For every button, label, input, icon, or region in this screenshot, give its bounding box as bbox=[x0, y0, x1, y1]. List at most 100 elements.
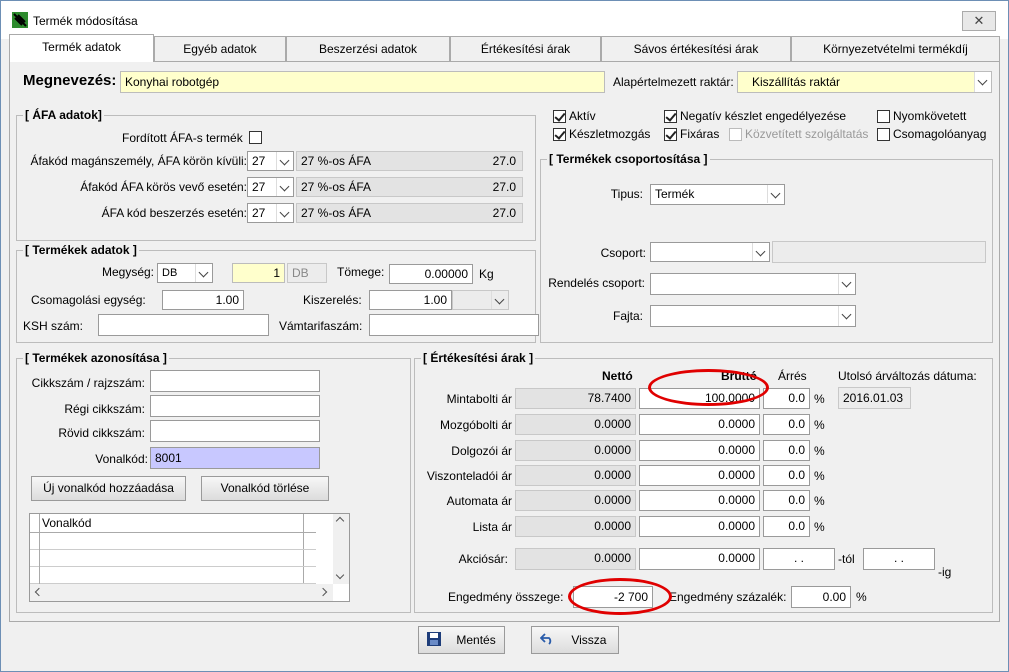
group-label: Csoport: bbox=[600, 246, 646, 260]
margin-input[interactable]: 0.0 bbox=[763, 465, 810, 486]
vonalkod-input[interactable]: 8001 bbox=[150, 447, 320, 469]
order-group-select[interactable] bbox=[650, 273, 856, 295]
save-button[interactable]: Mentés bbox=[418, 626, 505, 654]
add-barcode-button[interactable]: Új vonalkód hozzáadása bbox=[31, 476, 186, 501]
margin-input[interactable]: 0.0 bbox=[763, 440, 810, 461]
cikkszam-input[interactable] bbox=[150, 370, 320, 392]
percent-sign: % bbox=[814, 444, 825, 458]
margin-input[interactable]: 0.0 bbox=[763, 388, 810, 409]
akcio-net-input[interactable]: 0.0000 bbox=[515, 548, 636, 570]
ksh-label: KSH szám: bbox=[23, 319, 84, 333]
unit-select[interactable]: DB bbox=[157, 263, 213, 283]
margin-input[interactable]: 0.0 bbox=[763, 414, 810, 435]
percent-sign: % bbox=[814, 520, 825, 534]
table-row[interactable] bbox=[30, 550, 316, 567]
net-price-input[interactable]: 0.0000 bbox=[515, 465, 636, 486]
price-row-label: Dolgozói ár bbox=[451, 444, 512, 458]
negativ-checkbox[interactable] bbox=[664, 110, 677, 123]
vam-input[interactable] bbox=[369, 314, 539, 336]
unit-label: Megység: bbox=[101, 265, 154, 279]
chevron-down-icon[interactable] bbox=[767, 185, 784, 203]
tab-savos-arak[interactable]: Sávos értékesítési árak bbox=[601, 36, 791, 62]
rovid-input[interactable] bbox=[150, 420, 320, 442]
net-price-input[interactable]: 0.0000 bbox=[515, 516, 636, 537]
table-row[interactable] bbox=[30, 567, 316, 584]
table-row[interactable] bbox=[30, 533, 316, 550]
gross-price-input[interactable]: 0.0000 bbox=[639, 465, 760, 486]
rovid-label: Rövid cikkszám: bbox=[58, 426, 145, 440]
keszletmozgas-checkbox[interactable] bbox=[553, 128, 566, 141]
vat-purchase-code[interactable]: 27 bbox=[247, 203, 294, 223]
delete-barcode-button[interactable]: Vonalkód törlése bbox=[201, 476, 329, 501]
chevron-down-icon[interactable] bbox=[974, 72, 991, 92]
tab-kornyezetvedelmi-termekdij[interactable]: Környezetvételmi termékdíj bbox=[791, 36, 1000, 62]
tab-beszerzesi-adatok[interactable]: Beszerzési adatok bbox=[286, 36, 450, 62]
cikkszam-label: Cikkszám / rajzszám: bbox=[31, 376, 145, 390]
kiszereles-label: Kiszerelés: bbox=[303, 293, 362, 307]
type-select[interactable]: Termék bbox=[650, 184, 785, 205]
price-row-label: Mintabolti ár bbox=[446, 392, 512, 406]
kozvetitett-checkbox[interactable] bbox=[729, 128, 742, 141]
gross-price-input[interactable]: 0.0000 bbox=[639, 490, 760, 511]
vat-business-code[interactable]: 27 bbox=[247, 177, 294, 197]
group-select[interactable] bbox=[650, 242, 770, 262]
chevron-down-icon[interactable] bbox=[335, 570, 345, 580]
barcode-grid[interactable]: Vonalkód bbox=[29, 513, 350, 602]
fixaras-checkbox[interactable] bbox=[664, 128, 677, 141]
margin-input[interactable]: 0.0 bbox=[763, 516, 810, 537]
identification-title: [ Termékek azonosítása ] bbox=[23, 351, 169, 365]
net-price-input[interactable]: 78.7400 bbox=[515, 388, 636, 409]
name-input[interactable]: Konyhai robotgép bbox=[120, 71, 605, 93]
regi-input[interactable] bbox=[150, 395, 320, 417]
net-price-input[interactable]: 0.0000 bbox=[515, 440, 636, 461]
warehouse-select[interactable]: Kiszállítás raktár bbox=[737, 71, 992, 93]
margin-input[interactable]: 0.0 bbox=[763, 490, 810, 511]
tab-termek-adatok[interactable]: Termék adatok bbox=[9, 34, 154, 62]
chevron-right-icon[interactable] bbox=[318, 587, 328, 597]
vat-purchase-label: ÁFA kód beszerzés esetén: bbox=[101, 206, 247, 220]
chevron-down-icon[interactable] bbox=[276, 178, 293, 196]
ksh-input[interactable] bbox=[98, 314, 269, 336]
tab-egyeb-adatok[interactable]: Egyéb adatok bbox=[154, 36, 286, 62]
chevron-down-icon[interactable] bbox=[276, 204, 293, 222]
chevron-down-icon[interactable] bbox=[838, 274, 855, 294]
gross-price-input[interactable]: 0.0000 bbox=[639, 440, 760, 461]
grid-row-indicator bbox=[30, 514, 40, 533]
net-price-input[interactable]: 0.0000 bbox=[515, 490, 636, 511]
net-price-input[interactable]: 0.0000 bbox=[515, 414, 636, 435]
window-title: Termék módosítása bbox=[33, 14, 138, 28]
barcode-grid-hscrollbar[interactable] bbox=[30, 584, 333, 601]
chevron-down-icon[interactable] bbox=[491, 291, 508, 309]
tab-ertekesitesi-arak[interactable]: Értékesítési árak bbox=[450, 36, 601, 62]
vat-private-code[interactable]: 27 bbox=[247, 151, 294, 171]
qty-input[interactable]: 1 bbox=[232, 263, 285, 283]
kind-select[interactable] bbox=[650, 305, 856, 327]
keszletmozgas-label: Készletmozgás bbox=[569, 127, 651, 141]
chevron-down-icon[interactable] bbox=[838, 306, 855, 326]
gross-price-input[interactable]: 0.0000 bbox=[639, 414, 760, 435]
back-button[interactable]: Vissza bbox=[531, 626, 619, 654]
percent-sign: % bbox=[814, 494, 825, 508]
kiszereles-input[interactable]: 1.00 bbox=[369, 290, 452, 310]
chevron-left-icon[interactable] bbox=[34, 587, 44, 597]
nyomkovetett-checkbox[interactable] bbox=[877, 110, 890, 123]
pack-input[interactable]: 1.00 bbox=[162, 290, 244, 310]
reverse-vat-checkbox[interactable] bbox=[249, 131, 262, 144]
akcio-to-date[interactable]: . . bbox=[863, 548, 935, 570]
chevron-up-icon[interactable] bbox=[335, 516, 345, 526]
close-button[interactable]: ✕ bbox=[962, 11, 996, 31]
chevron-down-icon[interactable] bbox=[752, 243, 769, 261]
barcode-grid-vscrollbar[interactable] bbox=[333, 514, 349, 584]
kiszereles-select[interactable] bbox=[452, 290, 509, 310]
chevron-down-icon[interactable] bbox=[276, 152, 293, 170]
weight-input[interactable]: 0.00000 bbox=[389, 264, 473, 284]
vat-business-desc: 27 %-os ÁFA 27.0 bbox=[296, 177, 523, 197]
chevron-down-icon[interactable] bbox=[195, 264, 212, 282]
regi-label: Régi cikkszám: bbox=[64, 402, 145, 416]
aktiv-checkbox[interactable] bbox=[553, 110, 566, 123]
akcio-gross-input[interactable]: 0.0000 bbox=[639, 548, 760, 570]
gross-price-input[interactable]: 0.0000 bbox=[639, 516, 760, 537]
akcio-from-date[interactable]: . . bbox=[763, 548, 835, 570]
csomagoloanyag-checkbox[interactable] bbox=[877, 128, 890, 141]
discount-pct-input[interactable]: 0.00 bbox=[791, 586, 851, 608]
